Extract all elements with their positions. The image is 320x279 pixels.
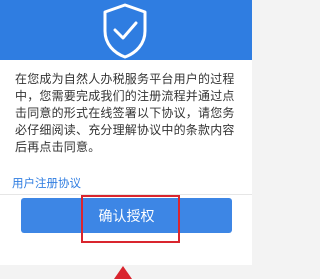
shield-check-icon: [103, 3, 147, 59]
dialog-banner: [0, 0, 252, 60]
user-registration-agreement-link[interactable]: 用户注册协议: [12, 175, 81, 191]
agreement-description: 在您成为自然人办税服务平台用户的过程中，您需要完成我们的注册流程并通过点击同意的…: [15, 72, 235, 154]
authorization-dialog: 在您成为自然人办税服务平台用户的过程中，您需要完成我们的注册流程并通过点击同意的…: [0, 0, 252, 265]
highlight-annotation-box: [81, 195, 180, 243]
arrow-up-icon: [114, 266, 132, 279]
